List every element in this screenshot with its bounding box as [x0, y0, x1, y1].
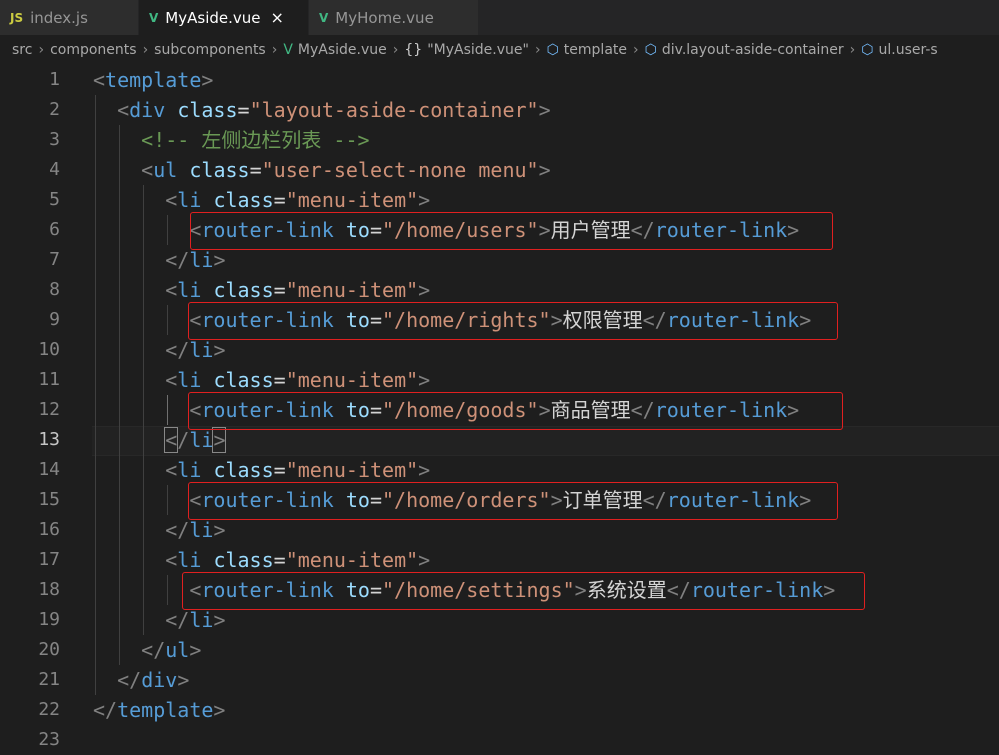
breadcrumb-item-div[interactable]: ⬡ div.layout-aside-container ›	[645, 42, 862, 58]
code-editor[interactable]: 1 <template> 2 <div class="layout-aside-co…	[0, 65, 999, 750]
line-number: 4	[49, 159, 60, 180]
code-line[interactable]: 5 <li class="menu-item">	[0, 185, 999, 215]
line-number: 14	[38, 459, 60, 480]
vue-file-icon: V	[319, 10, 329, 25]
breadcrumb-label: subcomponents	[154, 42, 266, 58]
line-number: 5	[49, 189, 60, 210]
breadcrumb-item-ul[interactable]: ⬡ ul.user-s	[861, 42, 937, 58]
tab-label: MyHome.vue	[335, 8, 434, 27]
breadcrumb-item-components[interactable]: components ›	[50, 42, 154, 58]
code-text: <ul class="user-select-none menu">	[141, 158, 551, 182]
line-number: 2	[49, 99, 60, 120]
annotation-box	[190, 212, 833, 250]
vue-file-icon: V	[283, 42, 293, 58]
code-line[interactable]: 4 <ul class="user-select-none menu">	[0, 155, 999, 185]
code-text: </ul>	[141, 638, 202, 662]
breadcrumb-item-template[interactable]: ⬡ template ›	[547, 42, 645, 58]
annotation-box	[188, 482, 838, 520]
breadcrumb-label: src	[12, 42, 33, 58]
code-line[interactable]: 1 <template>	[0, 65, 999, 95]
code-line[interactable]: 17 <li class="menu-item">	[0, 545, 999, 575]
close-icon[interactable]: ×	[271, 8, 284, 27]
line-number: 10	[38, 339, 60, 360]
code-text: <li class="menu-item">	[165, 368, 431, 392]
breadcrumb-item-file[interactable]: V MyAside.vue ›	[283, 42, 404, 58]
line-number: 7	[49, 249, 60, 270]
line-number: 11	[38, 369, 60, 390]
line-number: 13	[38, 429, 60, 450]
code-line[interactable]: 14 <li class="menu-item">	[0, 455, 999, 485]
breadcrumb-label: template	[563, 42, 627, 58]
tab-label: MyAside.vue	[165, 8, 261, 27]
object-icon: {}	[404, 42, 423, 58]
chevron-right-icon: ›	[38, 42, 45, 58]
code-line[interactable]: 20 </ul>	[0, 635, 999, 665]
code-text: <li class="menu-item">	[165, 188, 431, 212]
line-number: 16	[38, 519, 60, 540]
breadcrumb-item-subcomponents[interactable]: subcomponents ›	[154, 42, 283, 58]
line-number: 22	[38, 699, 60, 720]
code-line[interactable]: 22 </template>	[0, 695, 999, 725]
js-file-icon: JS	[10, 10, 24, 25]
vue-file-icon: V	[149, 10, 159, 25]
annotation-box	[188, 392, 843, 430]
code-text: <li class="menu-item">	[165, 458, 431, 482]
code-line[interactable]: 23	[0, 725, 999, 755]
line-number: 9	[49, 309, 60, 330]
breadcrumb-item-src[interactable]: src ›	[12, 42, 50, 58]
code-line[interactable]: 8 <li class="menu-item">	[0, 275, 999, 305]
line-number: 17	[38, 549, 60, 570]
code-line[interactable]: 3 <!-- 左侧边栏列表 -->	[0, 125, 999, 155]
line-number: 19	[38, 609, 60, 630]
element-icon: ⬡	[644, 42, 657, 58]
code-line[interactable]: 11 <li class="menu-item">	[0, 365, 999, 395]
code-text: <template>	[93, 68, 214, 92]
code-text: </div>	[117, 668, 190, 692]
code-line[interactable]: 2 <div class="layout-aside-container">	[0, 95, 999, 125]
line-number: 3	[49, 129, 60, 150]
chevron-right-icon: ›	[271, 42, 278, 58]
annotation-box	[188, 302, 838, 340]
chevron-right-icon: ›	[142, 42, 149, 58]
code-text: <li class="menu-item">	[165, 548, 431, 572]
element-icon: ⬡	[546, 42, 559, 58]
tab-bar: JS index.js V MyAside.vue × V MyHome.vue	[0, 0, 999, 35]
breadcrumb-label: div.layout-aside-container	[661, 42, 844, 58]
breadcrumb-item-module[interactable]: {} "MyAside.vue" ›	[404, 42, 546, 58]
code-text: <div class="layout-aside-container">	[117, 98, 551, 122]
line-number: 18	[38, 579, 60, 600]
chevron-right-icon: ›	[534, 42, 541, 58]
breadcrumb-label: components	[50, 42, 137, 58]
chevron-right-icon: ›	[633, 42, 639, 58]
tab-myhome-vue[interactable]: V MyHome.vue	[309, 0, 479, 35]
line-number: 23	[38, 729, 60, 750]
line-number: 6	[49, 219, 60, 240]
line-number: 20	[38, 639, 60, 660]
code-text: <li class="menu-item">	[165, 278, 431, 302]
line-number: 15	[38, 489, 60, 510]
chevron-right-icon: ›	[849, 42, 856, 58]
code-line[interactable]: 21 </div>	[0, 665, 999, 695]
line-number: 21	[38, 669, 60, 690]
element-icon: ⬡	[861, 42, 874, 58]
breadcrumb: src › components › subcomponents › V MyAside…	[0, 35, 999, 65]
tab-myaside-vue[interactable]: V MyAside.vue ×	[139, 0, 309, 35]
chevron-right-icon: ›	[392, 42, 399, 58]
tab-index-js[interactable]: JS index.js	[0, 0, 139, 35]
breadcrumb-label: ul.user-s	[878, 42, 938, 58]
line-number: 1	[49, 69, 60, 90]
line-number: 8	[49, 279, 60, 300]
breadcrumb-label: "MyAside.vue"	[427, 42, 529, 58]
breadcrumb-label: MyAside.vue	[297, 42, 387, 58]
code-text: <!-- 左侧边栏列表 -->	[141, 128, 370, 152]
tab-label: index.js	[30, 8, 88, 27]
annotation-box	[182, 572, 865, 610]
code-text: </template>	[93, 698, 226, 722]
line-number: 12	[38, 399, 60, 420]
